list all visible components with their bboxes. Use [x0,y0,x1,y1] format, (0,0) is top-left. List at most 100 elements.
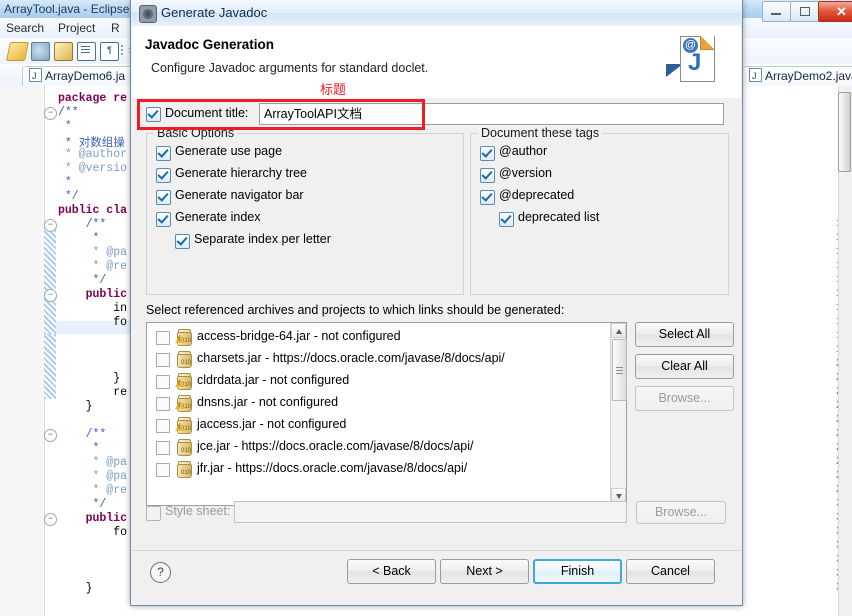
basic-option-checkbox-4[interactable] [175,234,190,249]
style-sheet-browse-button[interactable]: Browse... [636,501,726,524]
document-tag-checkbox-1[interactable] [480,168,495,183]
editor-tab-arraydemo6[interactable]: ArrayDemo6.ja [22,66,133,86]
archive-list-item[interactable]: 010 dnsns.jar - not configured [147,392,626,414]
editor-vertical-scrollbar[interactable] [838,86,852,616]
document-title-row: Document title: ArrayToolAPI文档 [132,98,741,128]
code-line: /** [58,218,107,231]
selection-marker [44,229,56,334]
menu-search[interactable]: Search [6,21,44,35]
selection-marker [44,334,56,399]
minimize-button[interactable] [762,1,791,22]
archive-list-item[interactable]: 010 jce.jar - https://docs.oracle.com/jav… [147,436,626,458]
code-line: package re [58,92,128,105]
close-button[interactable]: ✕ [818,1,852,22]
clearall-button[interactable]: Clear All [635,354,734,379]
browse-button[interactable]: Browse... [635,386,734,411]
scroll-up-button[interactable] [611,323,626,338]
code-line: * @pa [58,470,128,483]
menu-run[interactable]: R [111,21,120,35]
basic-options-legend: Basic Options [154,126,238,140]
document-title-input[interactable]: ArrayToolAPI文档 [259,103,724,125]
scrollbar-thumb[interactable] [838,92,851,172]
archive-checkbox[interactable] [156,353,170,367]
archive-name: cldrdata.jar - not configured [197,373,350,387]
javadoc-gear-icon [139,5,157,23]
grip-line [616,370,623,371]
archive-list-item[interactable]: 010 access-bridge-64.jar - not configured [147,326,626,348]
basic-option-checkbox-2[interactable] [156,190,171,205]
run-java-icon[interactable] [54,42,73,61]
editor-overview-ruler [0,86,15,616]
selectall-button[interactable]: Select All [635,322,734,347]
code-line: public [58,288,128,301]
archive-checkbox[interactable] [156,375,170,389]
code-line: * [58,176,72,189]
paragraph-icon[interactable]: ¶ [100,42,119,61]
archive-list-item[interactable]: 010 jfr.jar - https://docs.oracle.com/jav… [147,458,626,480]
referenced-archives-list[interactable]: 010 access-bridge-64.jar - not configured… [146,322,627,506]
list-vertical-scrollbar[interactable] [610,323,627,503]
document-tags-legend: Document these tags [478,126,603,140]
editor-tab-label: ArrayDemo2.java [765,69,852,83]
code-line: re [58,386,128,399]
back-button[interactable]: < Back [347,559,436,584]
archive-name: jaccess.jar - not configured [197,417,347,431]
basic-option-checkbox-3[interactable] [156,212,171,227]
fold-toggle-icon[interactable]: − [44,289,57,302]
archive-list-item[interactable]: 010 jaccess.jar - not configured [147,414,626,436]
finish-button[interactable]: Finish [533,559,622,584]
archive-name: dnsns.jar - not configured [197,395,339,409]
code-line: fo [58,316,128,329]
screen: ArrayTool.java - Eclipse Search Project … [0,0,852,616]
fold-toggle-icon[interactable]: − [44,429,57,442]
archive-checkbox[interactable] [156,331,170,345]
code-line: fo [58,526,128,539]
dialog-title: Generate Javadoc [161,5,268,20]
document-tag-label-2: @deprecated [499,188,575,202]
document-tag-label-1: @version [499,166,552,180]
toolbar-separator [121,45,123,56]
jar-body: 010 [177,442,192,456]
archive-name: charsets.jar - https://docs.oracle.com/j… [197,351,505,365]
cancel-button[interactable]: Cancel [626,559,715,584]
debug-icon[interactable] [31,42,50,61]
open-type-icon[interactable] [77,42,96,61]
jar-icon: 010 [175,395,192,412]
document-title-checkbox[interactable] [146,107,161,122]
generate-javadoc-dialog: Generate Javadoc ✕ Javadoc Generation Co… [130,0,852,606]
jar-icon: 010 [176,461,192,478]
basic-option-checkbox-1[interactable] [156,168,171,183]
document-tag-checkbox-3[interactable] [499,212,514,227]
code-line: * [58,120,72,133]
help-button[interactable]: ? [150,562,171,583]
scrollbar-thumb[interactable] [612,339,627,401]
dialog-titlebar[interactable]: Generate Javadoc ✕ [131,0,852,27]
archive-checkbox[interactable] [156,463,170,477]
references-label: Select referenced archives and projects … [146,303,565,317]
style-sheet-input[interactable] [234,501,627,523]
jar-icon: 010 [175,373,192,390]
basic-option-checkbox-0[interactable] [156,146,171,161]
fold-toggle-icon[interactable]: − [44,513,57,526]
archive-list-item[interactable]: 010 cldrdata.jar - not configured [147,370,626,392]
archive-checkbox[interactable] [156,419,170,433]
pencil-icon[interactable] [5,42,30,61]
document-tag-checkbox-2[interactable] [480,190,495,205]
next-button[interactable]: Next > [440,559,529,584]
archive-checkbox[interactable] [156,441,170,455]
archive-list-item[interactable]: 010 charsets.jar - https://docs.oracle.co… [147,348,626,370]
basic-option-label-2: Generate navigator bar [175,188,304,202]
annotation-title-note: 标题 [320,82,347,97]
fold-toggle-icon[interactable]: − [44,219,57,232]
archive-checkbox[interactable] [156,397,170,411]
editor-tab-arraydemo2[interactable]: ArrayDemo2.java [742,66,852,86]
fold-toggle-icon[interactable]: − [44,107,57,120]
code-line: } [58,400,93,413]
menu-project[interactable]: Project [58,21,95,35]
style-sheet-checkbox[interactable] [146,506,161,521]
warning-icon [175,400,185,409]
java-file-icon [749,67,762,86]
document-tag-checkbox-0[interactable] [480,146,495,161]
code-line: * @re [58,484,128,497]
maximize-button[interactable] [790,1,819,22]
